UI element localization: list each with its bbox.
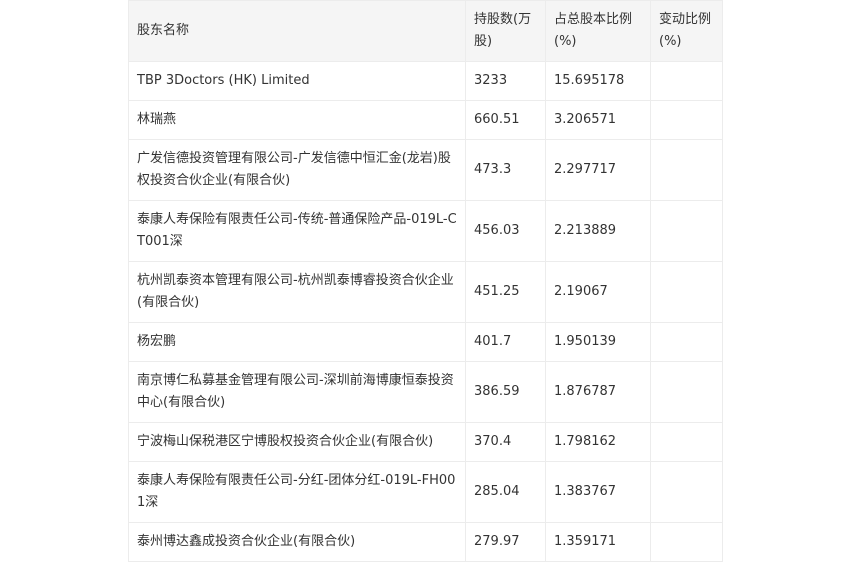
table-row: TBP 3Doctors (HK) Limited 3233 15.695178 (128, 61, 723, 101)
table-row: 杨宏鹏 401.7 1.950139 (128, 322, 723, 362)
table-row: 广发信德投资管理有限公司-广发信德中恒汇金(龙岩)股权投资合伙企业(有限合伙) … (128, 139, 723, 201)
cell-ratio: 1.798162 (545, 422, 651, 462)
shareholder-table: 股东名称 持股数(万股) 占总股本比例(%) 变动比例(%) TBP 3Doct… (128, 0, 723, 562)
cell-change (650, 261, 723, 323)
cell-ratio: 1.876787 (545, 361, 651, 423)
cell-shareholder-name: TBP 3Doctors (HK) Limited (128, 61, 466, 101)
cell-shareholder-name: 林瑞燕 (128, 100, 466, 140)
cell-ratio: 1.950139 (545, 322, 651, 362)
cell-change (650, 361, 723, 423)
cell-ratio: 15.695178 (545, 61, 651, 101)
cell-change (650, 422, 723, 462)
table-header-row: 股东名称 持股数(万股) 占总股本比例(%) 变动比例(%) (128, 0, 723, 62)
cell-change (650, 322, 723, 362)
table-row: 泰康人寿保险有限责任公司-传统-普通保险产品-019L-CT001深 456.0… (128, 200, 723, 262)
cell-shares: 386.59 (465, 361, 546, 423)
cell-change (650, 139, 723, 201)
cell-ratio: 3.206571 (545, 100, 651, 140)
header-shareholder-name: 股东名称 (128, 0, 466, 62)
cell-ratio: 2.19067 (545, 261, 651, 323)
cell-shareholder-name: 宁波梅山保税港区宁博股权投资合伙企业(有限合伙) (128, 422, 466, 462)
cell-shares: 456.03 (465, 200, 546, 262)
cell-shareholder-name: 南京博仁私募基金管理有限公司-深圳前海博康恒泰投资中心(有限合伙) (128, 361, 466, 423)
table-row: 杭州凯泰资本管理有限公司-杭州凯泰博睿投资合伙企业(有限合伙) 451.25 2… (128, 261, 723, 323)
cell-ratio: 2.213889 (545, 200, 651, 262)
cell-shares: 451.25 (465, 261, 546, 323)
shareholder-table-container: 股东名称 持股数(万股) 占总股本比例(%) 变动比例(%) TBP 3Doct… (128, 0, 723, 562)
cell-shareholder-name: 泰康人寿保险有限责任公司-传统-普通保险产品-019L-CT001深 (128, 200, 466, 262)
header-ratio: 占总股本比例(%) (545, 0, 651, 62)
cell-shareholder-name: 杨宏鹏 (128, 322, 466, 362)
cell-shareholder-name: 杭州凯泰资本管理有限公司-杭州凯泰博睿投资合伙企业(有限合伙) (128, 261, 466, 323)
header-shares: 持股数(万股) (465, 0, 546, 62)
table-row: 泰州博达鑫成投资合伙企业(有限合伙) 279.97 1.359171 (128, 522, 723, 562)
cell-shares: 285.04 (465, 461, 546, 523)
cell-shares: 473.3 (465, 139, 546, 201)
cell-shareholder-name: 泰州博达鑫成投资合伙企业(有限合伙) (128, 522, 466, 562)
cell-ratio: 1.383767 (545, 461, 651, 523)
table-row: 南京博仁私募基金管理有限公司-深圳前海博康恒泰投资中心(有限合伙) 386.59… (128, 361, 723, 423)
cell-shareholder-name: 广发信德投资管理有限公司-广发信德中恒汇金(龙岩)股权投资合伙企业(有限合伙) (128, 139, 466, 201)
cell-change (650, 61, 723, 101)
cell-shares: 660.51 (465, 100, 546, 140)
cell-change (650, 461, 723, 523)
cell-shares: 3233 (465, 61, 546, 101)
cell-change (650, 100, 723, 140)
table-row: 宁波梅山保税港区宁博股权投资合伙企业(有限合伙) 370.4 1.798162 (128, 422, 723, 462)
cell-shareholder-name: 泰康人寿保险有限责任公司-分红-团体分红-019L-FH001深 (128, 461, 466, 523)
cell-change (650, 200, 723, 262)
table-row: 泰康人寿保险有限责任公司-分红-团体分红-019L-FH001深 285.04 … (128, 461, 723, 523)
cell-shares: 279.97 (465, 522, 546, 562)
header-change: 变动比例(%) (650, 0, 723, 62)
cell-shares: 370.4 (465, 422, 546, 462)
cell-shares: 401.7 (465, 322, 546, 362)
cell-ratio: 1.359171 (545, 522, 651, 562)
cell-change (650, 522, 723, 562)
table-row: 林瑞燕 660.51 3.206571 (128, 100, 723, 140)
cell-ratio: 2.297717 (545, 139, 651, 201)
